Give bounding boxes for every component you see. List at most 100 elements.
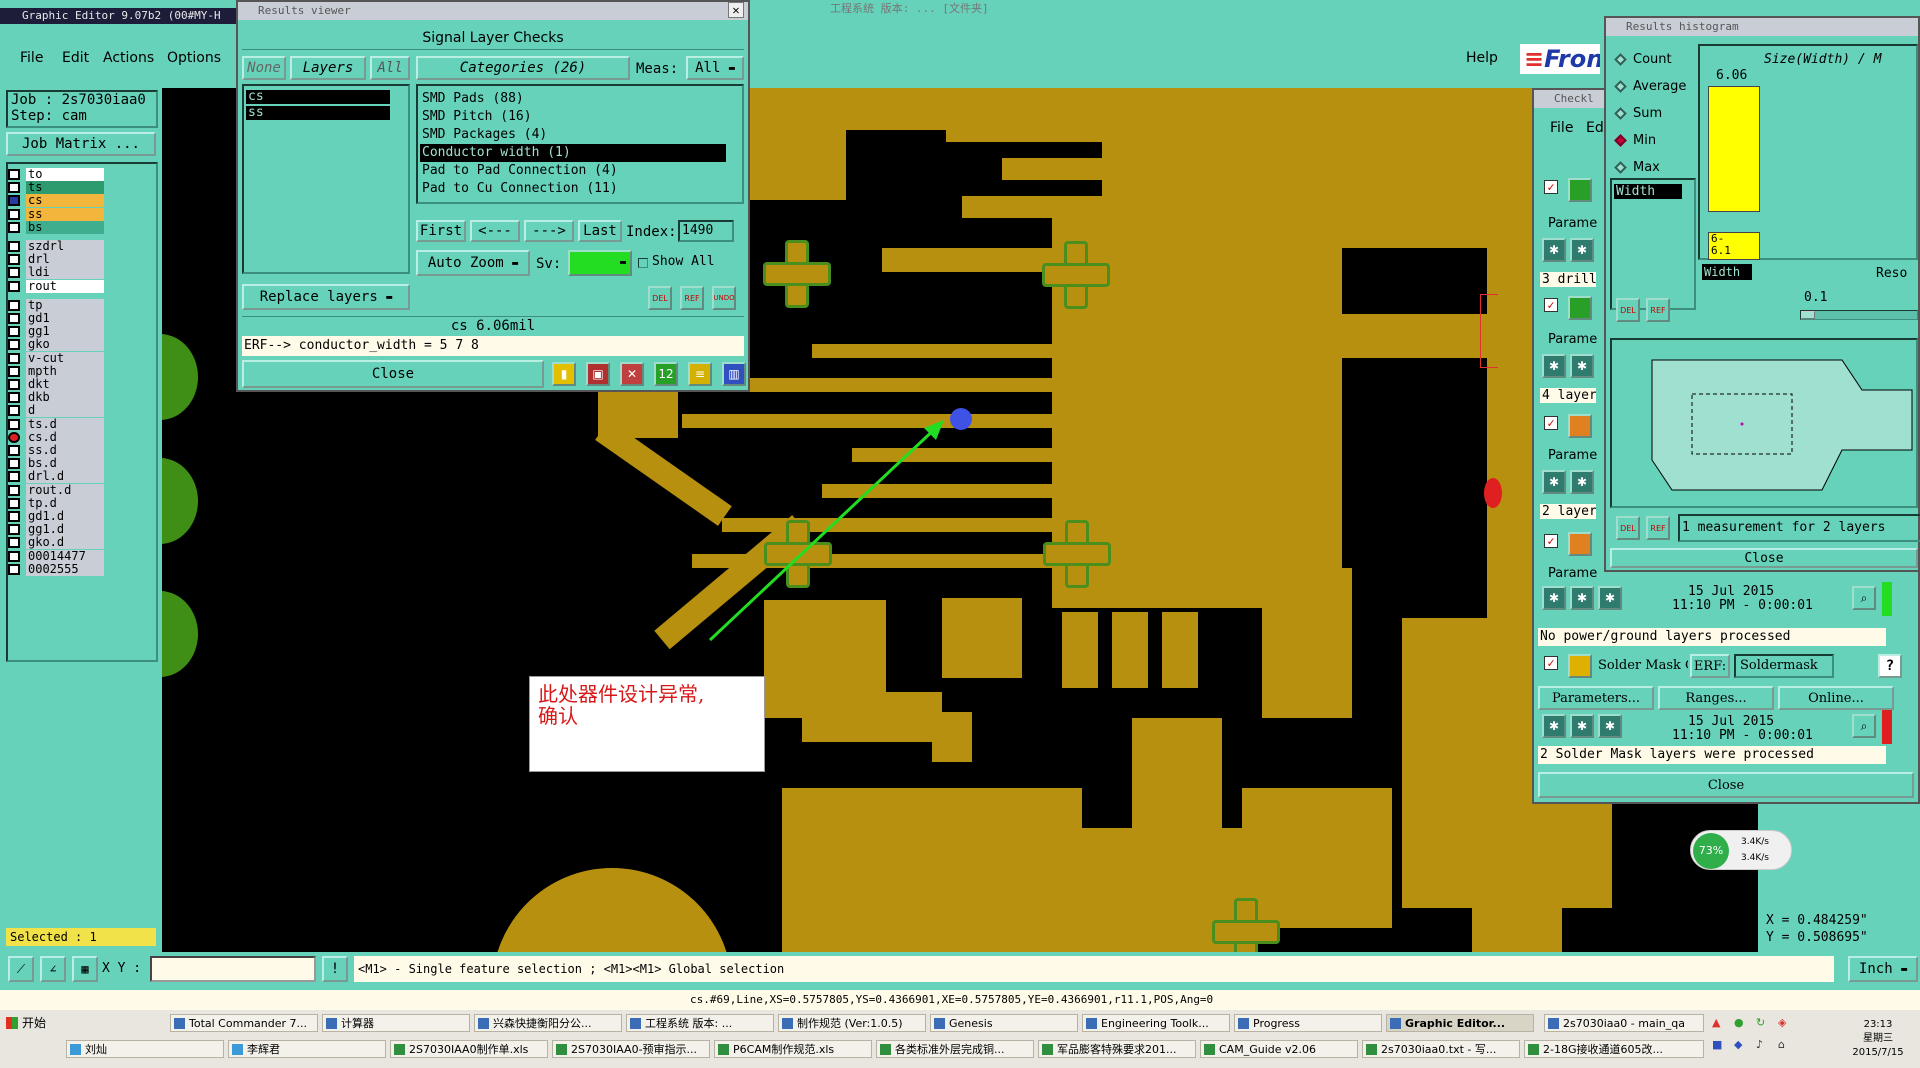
run-icon[interactable]: ✱	[1570, 354, 1594, 378]
menu-help[interactable]: Help	[1466, 50, 1498, 66]
sv-color-dropdown[interactable]: ▬	[568, 250, 632, 276]
taskbar-item[interactable]: 兴森快捷衡阳分公...	[474, 1014, 622, 1032]
layer-row-rout.d[interactable]: rout.d	[8, 483, 104, 497]
category-item[interactable]: Conductor width (1)	[420, 144, 726, 162]
category-item[interactable]: Pad to Cu Connection (11)	[420, 180, 726, 198]
run-icon[interactable]: ✱	[1542, 714, 1566, 738]
menu-edit[interactable]: Edit	[62, 50, 89, 66]
layer-checkbox[interactable]	[8, 299, 20, 311]
layer-row-rout[interactable]: rout	[8, 279, 104, 293]
layer-row-0002555[interactable]: 0002555	[8, 562, 104, 576]
taskbar-item[interactable]: 各类标准外层完成铜...	[876, 1040, 1034, 1058]
filter-icon[interactable]: ✕	[620, 362, 644, 386]
run-icon[interactable]: ✱	[1570, 714, 1594, 738]
layer-checkbox[interactable]	[8, 182, 20, 194]
ruler-icon[interactable]: 12	[654, 362, 678, 386]
tray-icon[interactable]: ⌂	[1778, 1038, 1785, 1051]
layer-checkbox[interactable]	[8, 458, 20, 470]
tray-icon[interactable]: ♪	[1756, 1038, 1763, 1051]
show-all-checkbox[interactable]	[638, 258, 648, 268]
results-close-button[interactable]: Close	[242, 360, 544, 388]
layer-row-cs[interactable]: cs	[8, 194, 104, 208]
del-icon[interactable]: DEL	[1616, 298, 1640, 322]
reso-slider-thumb[interactable]	[1801, 311, 1815, 319]
tool-icon-3[interactable]: ▦	[72, 956, 98, 982]
layer-checkbox[interactable]	[8, 497, 20, 509]
layer-row-ldi[interactable]: ldi	[8, 266, 104, 280]
tray-icon[interactable]: ■	[1712, 1038, 1722, 1051]
tool-icon-2[interactable]: ∠	[40, 956, 66, 982]
taskbar-item[interactable]: 2S7030IAA0-预审指示...	[552, 1040, 710, 1058]
help-icon[interactable]: ?	[1878, 654, 1902, 678]
layer-checkbox[interactable]	[8, 169, 20, 180]
menu-actions[interactable]: Actions	[103, 50, 154, 66]
layer-row-d[interactable]: d	[8, 404, 104, 418]
online-button[interactable]: Online...	[1778, 686, 1894, 710]
option-sum[interactable]: Sum	[1614, 106, 1662, 121]
taskbar-item[interactable]: 2-18G接收通道605改...	[1524, 1040, 1704, 1058]
auto-zoom-dropdown[interactable]: Auto Zoom ▬	[416, 250, 530, 276]
taskbar-item[interactable]: Progress	[1234, 1014, 1382, 1032]
index-input[interactable]: 1490	[678, 220, 734, 242]
taskbar-item[interactable]: 制作规范 (Ver:1.0.5)	[778, 1014, 926, 1032]
category-item[interactable]: SMD Pitch (16)	[420, 108, 726, 126]
layer-checkbox[interactable]	[8, 563, 20, 575]
category-item[interactable]: Pad to Pad Connection (4)	[420, 162, 726, 180]
layer-row-ss.d[interactable]: ss.d	[8, 444, 104, 457]
layer-checkbox[interactable]	[8, 379, 20, 390]
layer-row-tp.d[interactable]: tp.d	[8, 496, 104, 510]
taskbar-item[interactable]: 李辉君	[228, 1040, 386, 1058]
taskbar-item[interactable]: Engineering Toolk...	[1082, 1014, 1230, 1032]
layer-result-item[interactable]: ss	[246, 106, 390, 120]
layer-checkbox[interactable]	[8, 471, 20, 483]
all-button[interactable]: All	[370, 56, 410, 80]
layer-row-gko[interactable]: gko	[8, 338, 104, 352]
zoom-icon[interactable]: ⌕	[1852, 586, 1876, 610]
layer-checkbox[interactable]	[8, 365, 20, 377]
taskbar-item[interactable]: Genesis	[930, 1014, 1078, 1032]
layer-checkbox[interactable]	[8, 339, 20, 351]
checklist-close-button[interactable]: Close	[1538, 772, 1914, 798]
layer-checkbox[interactable]	[8, 431, 20, 443]
erf-value[interactable]: Soldermask	[1734, 654, 1834, 678]
run-icon[interactable]: ✱	[1598, 714, 1622, 738]
ref-icon[interactable]: REF	[680, 286, 704, 310]
replace-layers-dropdown[interactable]: Replace layers ▬	[242, 284, 410, 310]
layer-checkbox[interactable]	[8, 511, 20, 522]
tool-icon-1[interactable]: ⟋	[8, 956, 34, 982]
reso-slider[interactable]	[1800, 310, 1918, 320]
layer-checkbox[interactable]	[8, 221, 20, 233]
layer-row-ts.d[interactable]: ts.d	[8, 417, 104, 431]
check-box[interactable]: ✓	[1544, 656, 1558, 670]
layer-checkbox[interactable]	[8, 208, 20, 220]
layer-row-dkt[interactable]: dkt	[8, 378, 104, 391]
layer-checkbox[interactable]	[8, 254, 20, 266]
layer-row-to[interactable]: to	[8, 168, 104, 181]
layer-checkbox[interactable]	[8, 524, 20, 536]
run-icon[interactable]: ✱	[1570, 470, 1594, 494]
job-matrix-button[interactable]: Job Matrix ...	[6, 132, 156, 156]
close-icon[interactable]: ✕	[728, 2, 744, 18]
layer-row-gd1[interactable]: gd1	[8, 312, 104, 325]
layer-row-dkb[interactable]: dkb	[8, 391, 104, 405]
histogram-icon[interactable]: ▥	[722, 362, 746, 386]
taskbar-item[interactable]: 计算器	[322, 1014, 470, 1032]
menu-options[interactable]: Options	[167, 50, 221, 66]
layer-checkbox[interactable]	[8, 537, 20, 549]
layer-row-gg1[interactable]: gg1	[8, 325, 104, 339]
layer-row-bs[interactable]: bs	[8, 220, 104, 234]
histogram-close-button[interactable]: Close	[1610, 548, 1918, 568]
taskbar-item[interactable]: Graphic Editor...	[1386, 1014, 1534, 1032]
list-icon[interactable]: ≡	[688, 362, 712, 386]
none-button[interactable]: None	[242, 56, 286, 80]
option-min[interactable]: Min	[1614, 133, 1656, 148]
check-box[interactable]: ✓	[1544, 298, 1558, 312]
layer-checkbox[interactable]	[8, 241, 20, 252]
layer-row-tp[interactable]: tp	[8, 298, 104, 312]
layer-checkbox[interactable]	[8, 267, 20, 279]
run-icon[interactable]: ✱	[1542, 470, 1566, 494]
check-box[interactable]: ✓	[1544, 534, 1558, 548]
undo-icon[interactable]: UNDO	[712, 286, 736, 310]
layer-row-gg1.d[interactable]: gg1.d	[8, 523, 104, 537]
meas-dropdown[interactable]: All ▬	[686, 56, 744, 80]
